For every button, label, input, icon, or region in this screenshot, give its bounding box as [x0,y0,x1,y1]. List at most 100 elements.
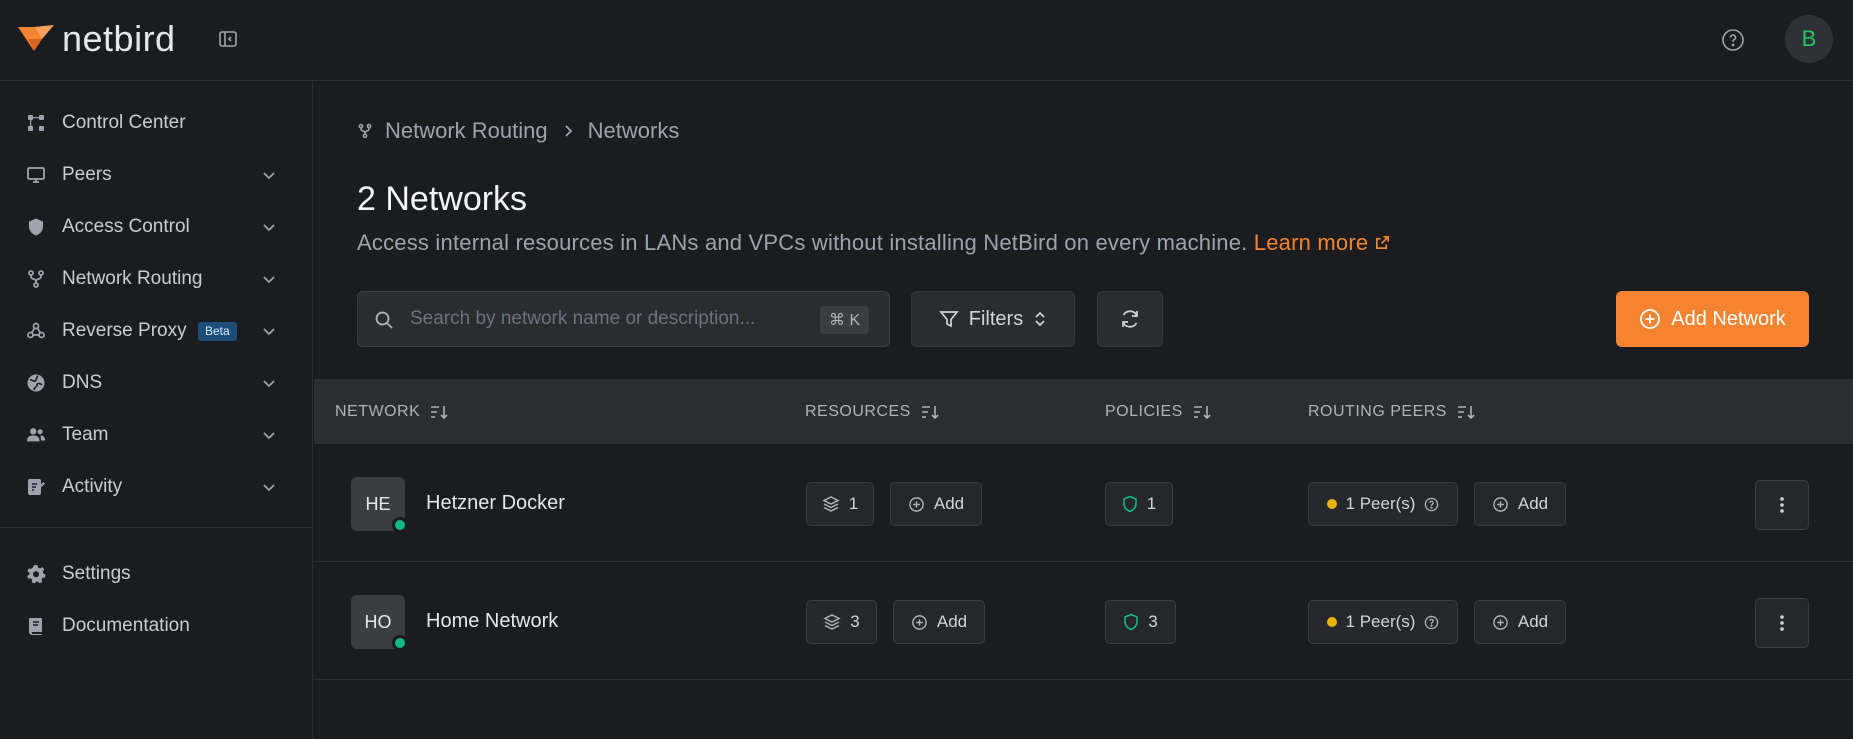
routing-peers-button[interactable]: 1 Peer(s) [1308,482,1458,526]
help-icon [1425,497,1439,511]
sidebar-item-label: Documentation [62,615,190,636]
shield-check-icon [1124,613,1139,631]
chevron-down-icon [260,478,278,496]
filters-button[interactable]: Filters [911,291,1075,347]
book-icon [26,616,46,636]
beta-badge: Beta [198,322,237,341]
column-header-network[interactable]: NETWORK [335,379,448,444]
network-routing-icon [358,123,372,139]
column-header-label: POLICIES [1105,402,1183,420]
user-avatar[interactable]: B [1785,15,1833,63]
network-name[interactable]: Home Network [426,610,558,633]
sidebar-item-label: Settings [62,563,131,584]
collapse-sidebar-button[interactable] [216,28,240,50]
sidebar-item-label: Activity [62,476,123,497]
refresh-button[interactable] [1097,291,1163,347]
resources-count-button[interactable]: 1 [806,482,874,526]
sort-icon [1457,405,1475,419]
external-link-icon [1375,236,1389,249]
chevron-down-icon [260,218,278,236]
help-icon [1425,615,1439,629]
activity-icon [26,477,46,497]
plus-circle-icon [1493,614,1508,630]
add-routing-peer-button[interactable]: Add [1474,482,1566,526]
sidebar-item-label: Access Control [62,216,190,237]
plus-circle-icon [1640,309,1661,329]
row-actions-button[interactable] [1755,598,1809,648]
column-header-policies[interactable]: POLICIES [1105,379,1211,444]
add-network-button[interactable]: Add Network [1616,291,1809,347]
sidebar-item-control-center[interactable]: Control Center [0,101,313,145]
online-status-dot [392,635,408,651]
table-row[interactable]: HE Hetzner Docker 1 Add 1 1 Peer(s) Add [314,444,1853,562]
network-routing-icon [26,269,46,289]
chevron-down-icon [260,374,278,392]
help-icon [1722,29,1744,51]
resources-count-button[interactable]: 3 [806,600,877,644]
column-header-label: NETWORK [335,402,421,420]
add-label: Add [1517,494,1549,513]
column-header-resources[interactable]: RESOURCES [805,379,939,444]
breadcrumb-networks[interactable]: Networks [588,118,680,144]
description-text: Access internal resources in LANs and VP… [357,230,1248,255]
add-resource-button[interactable]: Add [890,482,982,526]
plus-circle-icon [912,614,927,630]
help-button[interactable] [1720,27,1746,53]
page-description: Access internal resources in LANs and VP… [357,230,1390,256]
policies-count-button[interactable]: 1 [1105,482,1173,526]
resources-count: 3 [850,612,860,631]
breadcrumb: Network Routing Networks [357,118,679,144]
sidebar-item-team[interactable]: Team [0,413,313,457]
chevron-down-icon [260,426,278,444]
netbird-logo[interactable]: netbird [16,20,176,58]
routing-peers-count: 1 Peer(s) [1345,612,1416,631]
policies-count: 1 [1146,494,1157,513]
policies-count: 3 [1148,612,1158,631]
search-icon [375,311,393,329]
sidebar-item-documentation[interactable]: Documentation [0,604,313,648]
sidebar-item-label: DNS [62,372,103,393]
table-row[interactable]: HO Home Network 3 Add 3 1 Peer(s) Add [314,562,1853,680]
learn-more-label: Learn more [1253,230,1369,255]
sidebar-divider [0,527,313,528]
add-routing-peer-button[interactable]: Add [1474,600,1566,644]
network-name[interactable]: Hetzner Docker [426,492,565,515]
sidebar-item-reverse-proxy[interactable]: Reverse Proxy Beta [0,309,313,353]
netbird-logo-icon [18,25,54,51]
top-bar: netbird B [0,0,1853,81]
routing-peers-button[interactable]: 1 Peer(s) [1308,600,1458,644]
breadcrumb-network-routing[interactable]: Network Routing [385,118,548,144]
peer-status-dot [1326,617,1337,627]
filter-icon [938,311,959,328]
page-title: 2 Networks [357,180,528,218]
learn-more-link[interactable]: Learn more [1254,230,1390,255]
search-input[interactable] [410,292,810,346]
search-box: ⌘ K [357,291,890,347]
chevron-right-icon [565,125,572,137]
column-header-routing-peers[interactable]: ROUTING PEERS [1308,379,1475,444]
sidebar-item-peers[interactable]: Peers [0,153,313,197]
shield-check-icon [1122,495,1137,513]
sidebar-item-label: Peers [62,164,112,185]
sidebar-item-activity[interactable]: Activity [0,465,313,509]
sidebar-item-settings[interactable]: Settings [0,552,313,596]
add-network-label: Add Network [1671,307,1786,330]
sidebar: Control Center Peers Access Control Netw… [0,82,313,739]
row-actions-button[interactable] [1755,480,1809,530]
sidebar-item-network-routing[interactable]: Network Routing [0,257,313,301]
plus-circle-icon [909,496,924,512]
keyboard-shortcut-badge: ⌘ K [820,306,870,334]
policies-count-button[interactable]: 3 [1105,600,1176,644]
reverse-proxy-icon [26,321,46,341]
sidebar-item-access-control[interactable]: Access Control [0,205,313,249]
peer-status-dot [1326,499,1337,509]
monitor-icon [26,165,46,185]
add-label: Add [1517,612,1549,631]
sidebar-item-dns[interactable]: DNS [0,361,313,405]
column-header-label: ROUTING PEERS [1308,402,1447,420]
chevron-down-icon [260,270,278,288]
add-resource-button[interactable]: Add [893,600,985,644]
routing-peers-count: 1 Peer(s) [1345,494,1416,513]
chevron-down-icon [260,322,278,340]
sort-icon [1193,405,1211,419]
